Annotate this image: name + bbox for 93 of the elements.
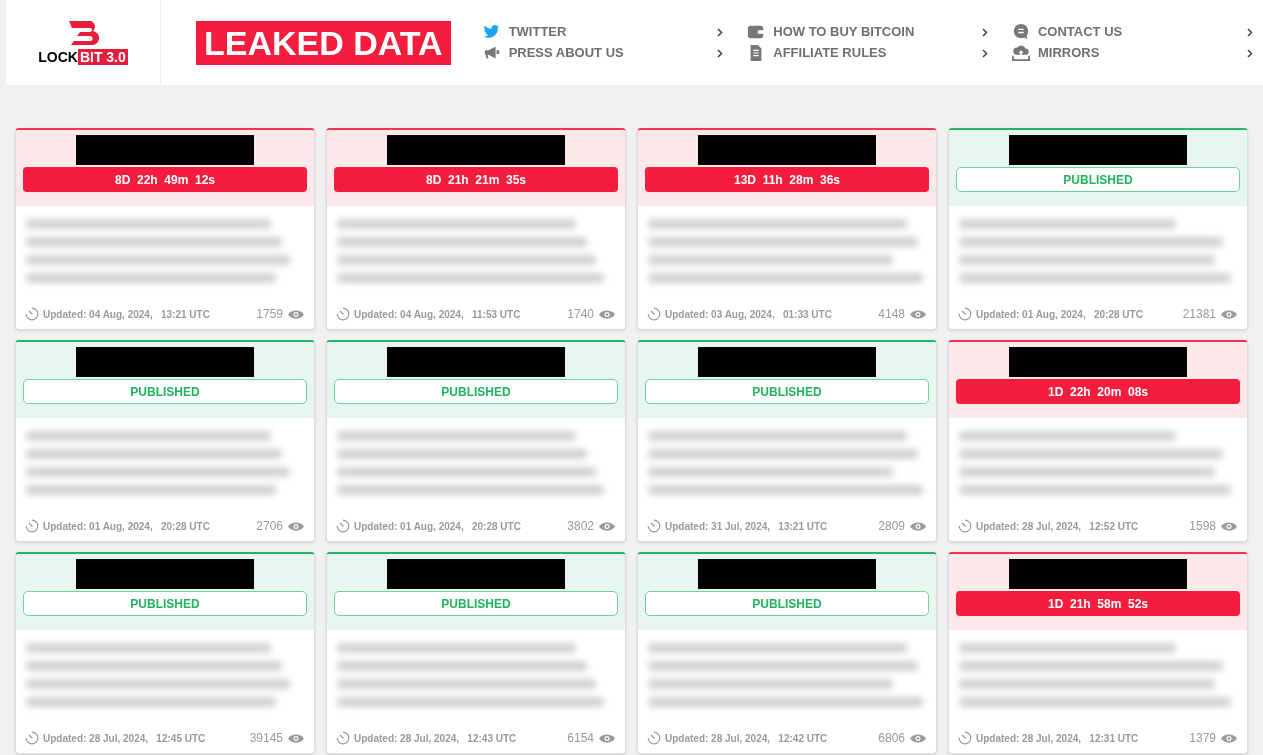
status-badge: PUBLISHED <box>23 591 307 616</box>
post-card[interactable]: PUBLISHED Updated: 28 Jul, 2024, 12:42 UTC 6806 <box>637 552 937 754</box>
chevron-icon <box>981 48 988 58</box>
nav-link[interactable]: PRESS ABOUT US <box>482 44 724 62</box>
nav-link[interactable]: AFFILIATE RULES <box>747 44 988 62</box>
chevron-icon <box>1246 27 1253 37</box>
status-badge: 1D 21h 58m 52s <box>956 591 1240 616</box>
eye-icon <box>598 520 616 532</box>
view-count: 1759 <box>256 306 283 323</box>
nav-link[interactable]: CONTACT US <box>1011 23 1253 41</box>
wallet-icon <box>747 23 766 41</box>
post-card[interactable]: PUBLISHED Updated: 01 Aug, 2024, 20:28 UTC 21381 <box>948 128 1248 330</box>
view-count: 6154 <box>567 730 594 747</box>
eye-icon <box>1220 308 1238 320</box>
updated-time: Updated: 28 Jul, 2024, 12:42 UTC <box>665 731 828 746</box>
nav-link[interactable]: TWITTER <box>482 23 724 41</box>
chevron-icon <box>717 48 724 58</box>
status-badge: 13D 11h 28m 36s <box>645 167 929 192</box>
post-card[interactable]: 8D 21h 21m 35s Updated: 04 Aug, 2024, 11:53 UTC 1740 <box>326 128 626 330</box>
updated-time: Updated: 04 Aug, 2024, 13:21 UTC <box>43 307 210 322</box>
view-count: 1379 <box>1189 730 1216 747</box>
chat-icon <box>1011 23 1030 41</box>
post-card[interactable]: 13D 11h 28m 36s Updated: 03 Aug, 2024, 01:33 UTC 4148 <box>637 128 937 330</box>
view-count: 39145 <box>249 730 283 747</box>
clock-icon <box>336 307 350 321</box>
updated-time: Updated: 04 Aug, 2024, 11:53 UTC <box>354 307 521 322</box>
status-badge: PUBLISHED <box>645 379 929 404</box>
clock-icon <box>336 519 350 533</box>
eye-icon <box>909 520 927 532</box>
eye-icon <box>598 732 616 744</box>
logo-text: LOCK <box>38 49 78 65</box>
eye-icon <box>287 732 305 744</box>
clock-icon <box>25 519 39 533</box>
eye-icon <box>287 308 305 320</box>
updated-time: Updated: 28 Jul, 2024, 12:43 UTC <box>354 731 517 746</box>
view-count: 1598 <box>1189 518 1216 535</box>
post-card[interactable]: PUBLISHED Updated: 01 Aug, 2024, 20:28 UTC 3802 <box>326 340 626 542</box>
logo-icon <box>67 20 99 46</box>
post-card[interactable]: PUBLISHED Updated: 28 Jul, 2024, 12:45 UTC 39145 <box>15 552 315 754</box>
view-count: 3802 <box>567 518 594 535</box>
eye-icon <box>909 308 927 320</box>
nav-link[interactable]: HOW TO BUY BITCOIN <box>747 23 988 41</box>
eye-icon <box>909 732 927 744</box>
post-card[interactable]: PUBLISHED Updated: 01 Aug, 2024, 20:28 UTC 2706 <box>15 340 315 542</box>
clock-icon <box>25 731 39 745</box>
updated-time: Updated: 01 Aug, 2024, 20:28 UTC <box>976 307 1143 322</box>
view-count: 6806 <box>878 730 905 747</box>
view-count: 2706 <box>256 518 283 535</box>
eye-icon <box>1220 520 1238 532</box>
view-count: 2809 <box>878 518 905 535</box>
updated-time: Updated: 28 Jul, 2024, 12:31 UTC <box>976 731 1139 746</box>
logo-badge: BIT 3.0 <box>77 49 128 65</box>
nav-link[interactable]: MIRRORS <box>1011 44 1253 62</box>
view-count: 4148 <box>878 306 905 323</box>
post-card[interactable]: 1D 21h 58m 52s Updated: 28 Jul, 2024, 12:31 UTC 1379 <box>948 552 1248 754</box>
clock-icon <box>25 307 39 321</box>
cloud-icon <box>1011 44 1030 62</box>
eye-icon <box>287 520 305 532</box>
view-count: 21381 <box>1182 306 1216 323</box>
post-card[interactable]: 8D 22h 49m 12s Updated: 04 Aug, 2024, 13:21 UTC 1759 <box>15 128 315 330</box>
logo[interactable]: LOCK BIT 3.0 <box>6 0 161 85</box>
updated-time: Updated: 01 Aug, 2024, 20:28 UTC <box>354 519 521 534</box>
status-badge: PUBLISHED <box>334 591 618 616</box>
status-badge: 8D 21h 21m 35s <box>334 167 618 192</box>
updated-time: Updated: 01 Aug, 2024, 20:28 UTC <box>43 519 210 534</box>
updated-time: Updated: 31 Jul, 2024, 13:21 UTC <box>665 519 828 534</box>
page-banner: LEAKED DATA <box>196 20 451 65</box>
eye-icon <box>1220 732 1238 744</box>
clock-icon <box>647 307 661 321</box>
status-badge: 8D 22h 49m 12s <box>23 167 307 192</box>
post-card[interactable]: PUBLISHED Updated: 31 Jul, 2024, 13:21 UTC 2809 <box>637 340 937 542</box>
clock-icon <box>647 519 661 533</box>
updated-time: Updated: 03 Aug, 2024, 01:33 UTC <box>665 307 832 322</box>
status-badge: PUBLISHED <box>956 167 1240 192</box>
status-badge: PUBLISHED <box>23 379 307 404</box>
view-count: 1740 <box>567 306 594 323</box>
clock-icon <box>336 731 350 745</box>
updated-time: Updated: 28 Jul, 2024, 12:45 UTC <box>43 731 206 746</box>
updated-time: Updated: 28 Jul, 2024, 12:52 UTC <box>976 519 1139 534</box>
status-badge: PUBLISHED <box>645 591 929 616</box>
clock-icon <box>958 307 972 321</box>
status-badge: PUBLISHED <box>334 379 618 404</box>
chevron-icon <box>981 27 988 37</box>
status-badge: 1D 22h 20m 08s <box>956 379 1240 404</box>
post-card[interactable]: PUBLISHED Updated: 28 Jul, 2024, 12:43 UTC 6154 <box>326 552 626 754</box>
clock-icon <box>647 731 661 745</box>
post-card[interactable]: 1D 22h 20m 08s Updated: 28 Jul, 2024, 12:52 UTC 1598 <box>948 340 1248 542</box>
clock-icon <box>958 731 972 745</box>
bird-icon <box>482 23 501 41</box>
chevron-icon <box>1246 48 1253 58</box>
clock-icon <box>958 519 972 533</box>
eye-icon <box>598 308 616 320</box>
chevron-icon <box>717 27 724 37</box>
